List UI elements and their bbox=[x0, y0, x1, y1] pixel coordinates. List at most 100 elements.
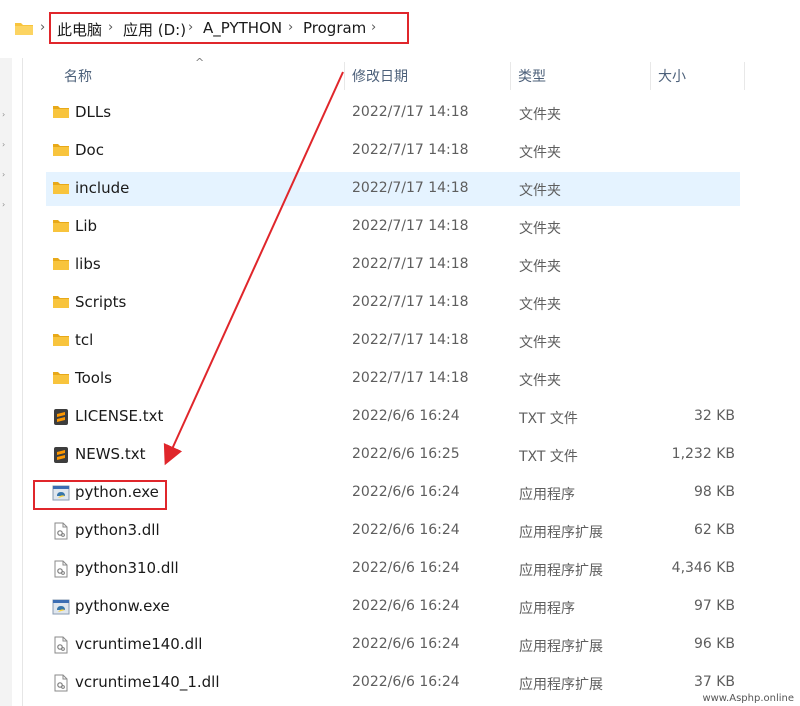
file-type: 文件夹 bbox=[519, 145, 561, 161]
expand-arrow-icon[interactable]: › bbox=[2, 200, 5, 209]
table-row[interactable]: python310.dll 2022/6/6 16:24 应用程序扩展 4,346 K… bbox=[46, 552, 740, 586]
python-exe-icon bbox=[52, 598, 70, 615]
dll-file-icon bbox=[52, 674, 70, 692]
modified-date: 2022/6/6 16:24 bbox=[352, 598, 460, 614]
modified-date: 2022/6/6 16:25 bbox=[352, 446, 460, 462]
file-type: 应用程序扩展 bbox=[519, 639, 603, 655]
file-type: TXT 文件 bbox=[519, 449, 578, 465]
file-size: 97 KB bbox=[693, 598, 735, 614]
modified-date: 2022/7/17 14:18 bbox=[352, 142, 469, 158]
sort-ascending-icon: ^ bbox=[195, 56, 205, 69]
pane-divider bbox=[22, 58, 23, 706]
column-divider[interactable] bbox=[510, 62, 511, 90]
file-type: 文件夹 bbox=[519, 335, 561, 351]
file-size: 32 KB bbox=[693, 408, 735, 424]
folder-icon bbox=[52, 180, 70, 196]
folder-icon bbox=[52, 218, 70, 234]
file-type: 应用程序 bbox=[519, 487, 575, 503]
modified-date: 2022/6/6 16:24 bbox=[352, 674, 460, 690]
table-row[interactable]: Lib 2022/7/17 14:18 文件夹 bbox=[46, 210, 740, 244]
file-size: 98 KB bbox=[693, 484, 735, 500]
modified-date: 2022/6/6 16:24 bbox=[352, 484, 460, 500]
folder-icon bbox=[15, 23, 33, 35]
table-row[interactable]: vcruntime140_1.dll 2022/6/6 16:24 应用程序扩展 37… bbox=[46, 666, 740, 700]
file-name: include bbox=[75, 179, 130, 197]
sublime-text-icon bbox=[52, 446, 70, 463]
folder-icon bbox=[52, 332, 70, 348]
column-header-type[interactable]: 类型 bbox=[518, 66, 546, 86]
column-divider[interactable] bbox=[344, 62, 345, 90]
folder-icon bbox=[52, 142, 70, 158]
file-type: 文件夹 bbox=[519, 183, 561, 199]
column-header-name[interactable]: 名称 bbox=[64, 66, 92, 86]
modified-date: 2022/7/17 14:18 bbox=[352, 294, 469, 310]
file-type: 应用程序 bbox=[519, 601, 575, 617]
column-divider[interactable] bbox=[744, 62, 745, 90]
modified-date: 2022/7/17 14:18 bbox=[352, 256, 469, 272]
modified-date: 2022/6/6 16:24 bbox=[352, 636, 460, 652]
column-header-size[interactable]: 大小 bbox=[658, 66, 686, 86]
dll-file-icon bbox=[52, 636, 70, 654]
modified-date: 2022/6/6 16:24 bbox=[352, 560, 460, 576]
table-row[interactable]: Scripts 2022/7/17 14:18 文件夹 bbox=[46, 286, 740, 320]
column-header-date[interactable]: 修改日期 bbox=[352, 66, 408, 86]
modified-date: 2022/7/17 14:18 bbox=[352, 370, 469, 386]
chevron-right-icon[interactable]: › bbox=[40, 20, 45, 35]
file-type: 文件夹 bbox=[519, 107, 561, 123]
column-divider[interactable] bbox=[650, 62, 651, 90]
file-name: libs bbox=[75, 255, 101, 273]
sublime-text-icon bbox=[52, 408, 70, 425]
file-name: vcruntime140.dll bbox=[75, 635, 203, 653]
table-row[interactable]: pythonw.exe 2022/6/6 16:24 应用程序 97 KB bbox=[46, 590, 740, 624]
table-row[interactable]: DLLs 2022/7/17 14:18 文件夹 bbox=[46, 96, 740, 130]
table-row[interactable]: Tools 2022/7/17 14:18 文件夹 bbox=[46, 362, 740, 396]
modified-date: 2022/7/17 14:18 bbox=[352, 180, 469, 196]
file-name: python310.dll bbox=[75, 559, 179, 577]
file-name: pythonw.exe bbox=[75, 597, 170, 615]
folder-icon bbox=[52, 370, 70, 386]
file-size: 37 KB bbox=[693, 674, 735, 690]
folder-icon bbox=[52, 294, 70, 310]
table-row[interactable]: python3.dll 2022/6/6 16:24 应用程序扩展 62 KB bbox=[46, 514, 740, 548]
file-size: 4,346 KB bbox=[671, 560, 735, 576]
file-type: 应用程序扩展 bbox=[519, 677, 603, 693]
file-size: 96 KB bbox=[693, 636, 735, 652]
expand-arrow-icon[interactable]: › bbox=[2, 140, 5, 149]
file-type: 文件夹 bbox=[519, 297, 561, 313]
file-name: Lib bbox=[75, 217, 98, 235]
file-type: 文件夹 bbox=[519, 221, 561, 237]
modified-date: 2022/6/6 16:24 bbox=[352, 408, 460, 424]
python-exe-highlight-box bbox=[33, 480, 167, 510]
file-type: TXT 文件 bbox=[519, 411, 578, 427]
breadcrumb-highlight-box bbox=[49, 12, 409, 44]
file-name: vcruntime140_1.dll bbox=[75, 673, 220, 691]
modified-date: 2022/6/6 16:24 bbox=[352, 522, 460, 538]
file-type: 应用程序扩展 bbox=[519, 563, 603, 579]
table-row[interactable]: NEWS.txt 2022/6/6 16:25 TXT 文件 1,232 KB bbox=[46, 438, 740, 472]
file-name: tcl bbox=[75, 331, 94, 349]
table-row[interactable]: Doc 2022/7/17 14:18 文件夹 bbox=[46, 134, 740, 168]
file-name: NEWS.txt bbox=[75, 445, 146, 463]
file-type: 应用程序扩展 bbox=[519, 525, 603, 541]
file-name: LICENSE.txt bbox=[75, 407, 164, 425]
table-row[interactable]: include 2022/7/17 14:18 文件夹 bbox=[46, 172, 740, 206]
table-row[interactable]: tcl 2022/7/17 14:18 文件夹 bbox=[46, 324, 740, 358]
file-size: 62 KB bbox=[693, 522, 735, 538]
expand-arrow-icon[interactable]: › bbox=[2, 170, 5, 179]
watermark-text: www.Asphp.online bbox=[700, 693, 796, 704]
modified-date: 2022/7/17 14:18 bbox=[352, 104, 469, 120]
navigation-pane[interactable]: › › › › bbox=[0, 58, 12, 706]
table-row[interactable]: LICENSE.txt 2022/6/6 16:24 TXT 文件 32 KB bbox=[46, 400, 740, 434]
table-row[interactable]: libs 2022/7/17 14:18 文件夹 bbox=[46, 248, 740, 282]
table-row[interactable]: vcruntime140.dll 2022/6/6 16:24 应用程序扩展 96 K… bbox=[46, 628, 740, 662]
expand-arrow-icon[interactable]: › bbox=[2, 110, 5, 119]
folder-icon bbox=[52, 104, 70, 120]
file-name: python3.dll bbox=[75, 521, 160, 539]
dll-file-icon bbox=[52, 560, 70, 578]
file-name: Tools bbox=[75, 369, 112, 387]
file-name: Doc bbox=[75, 141, 104, 159]
file-name: DLLs bbox=[75, 103, 112, 121]
file-size: 1,232 KB bbox=[671, 446, 735, 462]
file-type: 文件夹 bbox=[519, 259, 561, 275]
modified-date: 2022/7/17 14:18 bbox=[352, 332, 469, 348]
